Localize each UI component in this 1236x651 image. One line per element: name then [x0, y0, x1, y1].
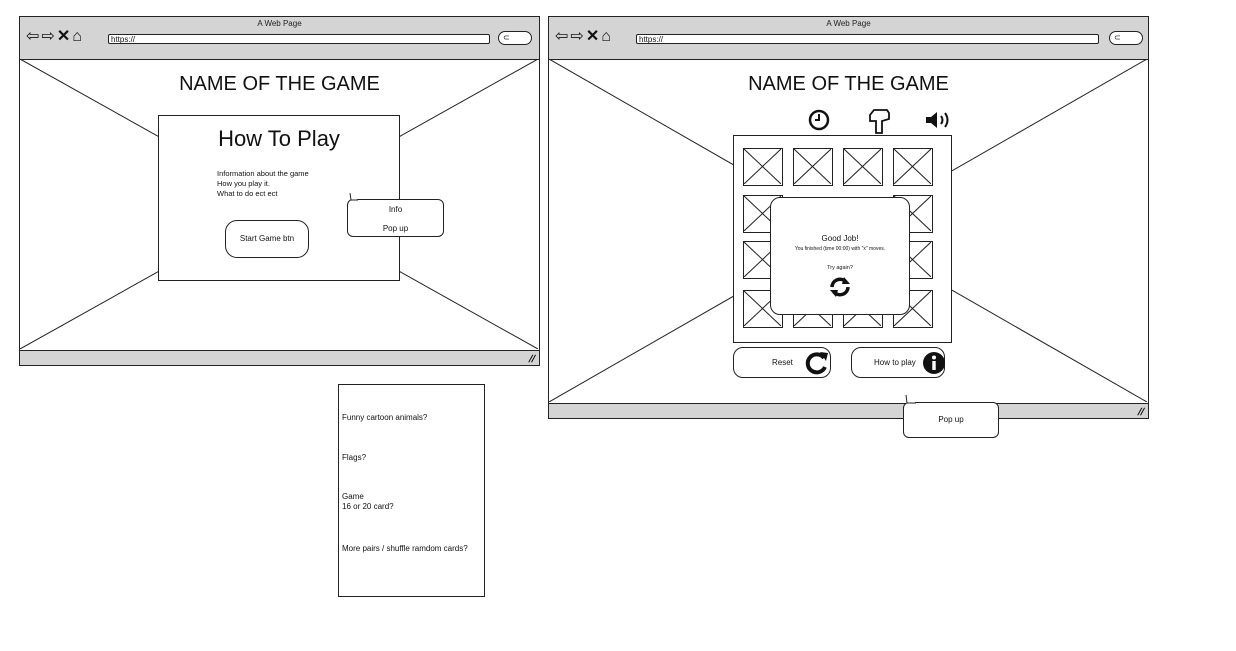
resize-grip-icon[interactable]: // [527, 354, 537, 365]
info-text: Information about the game How you play … [217, 169, 309, 199]
note-item: Flags? [342, 453, 367, 462]
search-button[interactable]: ⊂ [1109, 31, 1143, 45]
win-message: You finished (time 00:00) with "x" moves… [794, 246, 886, 252]
window-title: A Web Page [257, 19, 302, 28]
resize-grip-icon[interactable]: // [1136, 407, 1146, 418]
home-icon[interactable]: ⌂ [601, 28, 613, 45]
info-line: How you play it. [217, 179, 270, 188]
game-title: NAME OF THE GAME [179, 73, 380, 95]
notes-card: Funny cartoon animals? Flags? Game 16 or… [338, 384, 485, 597]
browser-statusbar: // [20, 350, 539, 365]
info-line: What to do ect ect [217, 189, 278, 198]
forward-icon[interactable]: ⇨ [570, 28, 585, 45]
back-icon[interactable]: ⇦ [26, 28, 41, 45]
game-card[interactable] [893, 148, 933, 186]
callout-text: Info [388, 205, 403, 214]
window-title: A Web Page [826, 19, 871, 28]
game-card[interactable] [793, 148, 833, 186]
search-icon: ⊂ [503, 33, 510, 42]
callout-text: Pop up [938, 415, 964, 424]
how-to-play-button[interactable]: How to play [851, 347, 945, 378]
close-icon[interactable]: ✕ [57, 28, 72, 45]
game-board: Good Job! You finished (time 00:00) with… [733, 135, 952, 343]
game-card[interactable] [743, 148, 783, 186]
win-title: Good Job! [821, 234, 859, 243]
page-content: NAME OF THE GAME How To Play Information… [20, 59, 539, 349]
how-to-play-modal: How To Play Information about the game H… [158, 115, 400, 281]
forward-icon[interactable]: ⇨ [41, 28, 56, 45]
back-icon[interactable]: ⇦ [555, 28, 570, 45]
reset-label: Reset [772, 358, 793, 367]
pointing-hand-icon[interactable] [867, 107, 891, 135]
browser-statusbar: // [549, 403, 1148, 418]
info-line: Information about the game [217, 169, 309, 178]
note-item: Funny cartoon animals? [342, 413, 428, 422]
callout-text: Pop up [382, 224, 409, 233]
nav-icons: ⇦⇨✕⌂ [555, 28, 613, 46]
how-to-play-title: How To Play [218, 126, 340, 151]
win-modal: Good Job! You finished (time 00:00) with… [770, 197, 910, 315]
retry-text: Try again? [827, 265, 853, 271]
url-bar[interactable]: https:// [636, 34, 1099, 44]
browser-window-left: A Web Page ⇦⇨✕⌂ https:// ⊂ NAME OF THE G… [19, 16, 540, 366]
clock-icon[interactable] [808, 109, 830, 131]
browser-titlebar: A Web Page ⇦⇨✕⌂ https:// ⊂ [549, 17, 1148, 60]
close-icon[interactable]: ✕ [586, 28, 601, 45]
note-item: Game 16 or 20 card? [342, 492, 394, 511]
info-icon [923, 352, 945, 374]
page-content: NAME OF THE GAME Good Job! You finished … [549, 59, 1148, 402]
url-bar[interactable]: https:// [108, 34, 490, 44]
info-popup-callout: Info Pop up [347, 199, 444, 237]
nav-icons: ⇦⇨✕⌂ [26, 28, 84, 46]
speaker-icon[interactable] [924, 109, 954, 131]
callout-pointer [905, 395, 916, 404]
how-to-play-popup-callout: Pop up [903, 402, 999, 438]
home-icon[interactable]: ⌂ [72, 28, 84, 45]
browser-titlebar: A Web Page ⇦⇨✕⌂ https:// ⊂ [20, 17, 539, 60]
callout-pointer [349, 193, 358, 201]
search-button[interactable]: ⊂ [498, 31, 532, 45]
reset-button[interactable]: Reset [733, 347, 831, 378]
start-game-button[interactable]: Start Game btn [225, 220, 309, 258]
reset-icon [805, 352, 828, 375]
game-card[interactable] [843, 148, 883, 186]
search-icon: ⊂ [1114, 33, 1121, 42]
note-item: More pairs / shuffle ramdom cards? [342, 544, 468, 553]
game-title: NAME OF THE GAME [748, 73, 949, 95]
how-to-play-label: How to play [874, 358, 916, 367]
browser-window-right: A Web Page ⇦⇨✕⌂ https:// ⊂ NAME OF THE G… [548, 16, 1149, 419]
refresh-icon[interactable] [827, 274, 853, 300]
